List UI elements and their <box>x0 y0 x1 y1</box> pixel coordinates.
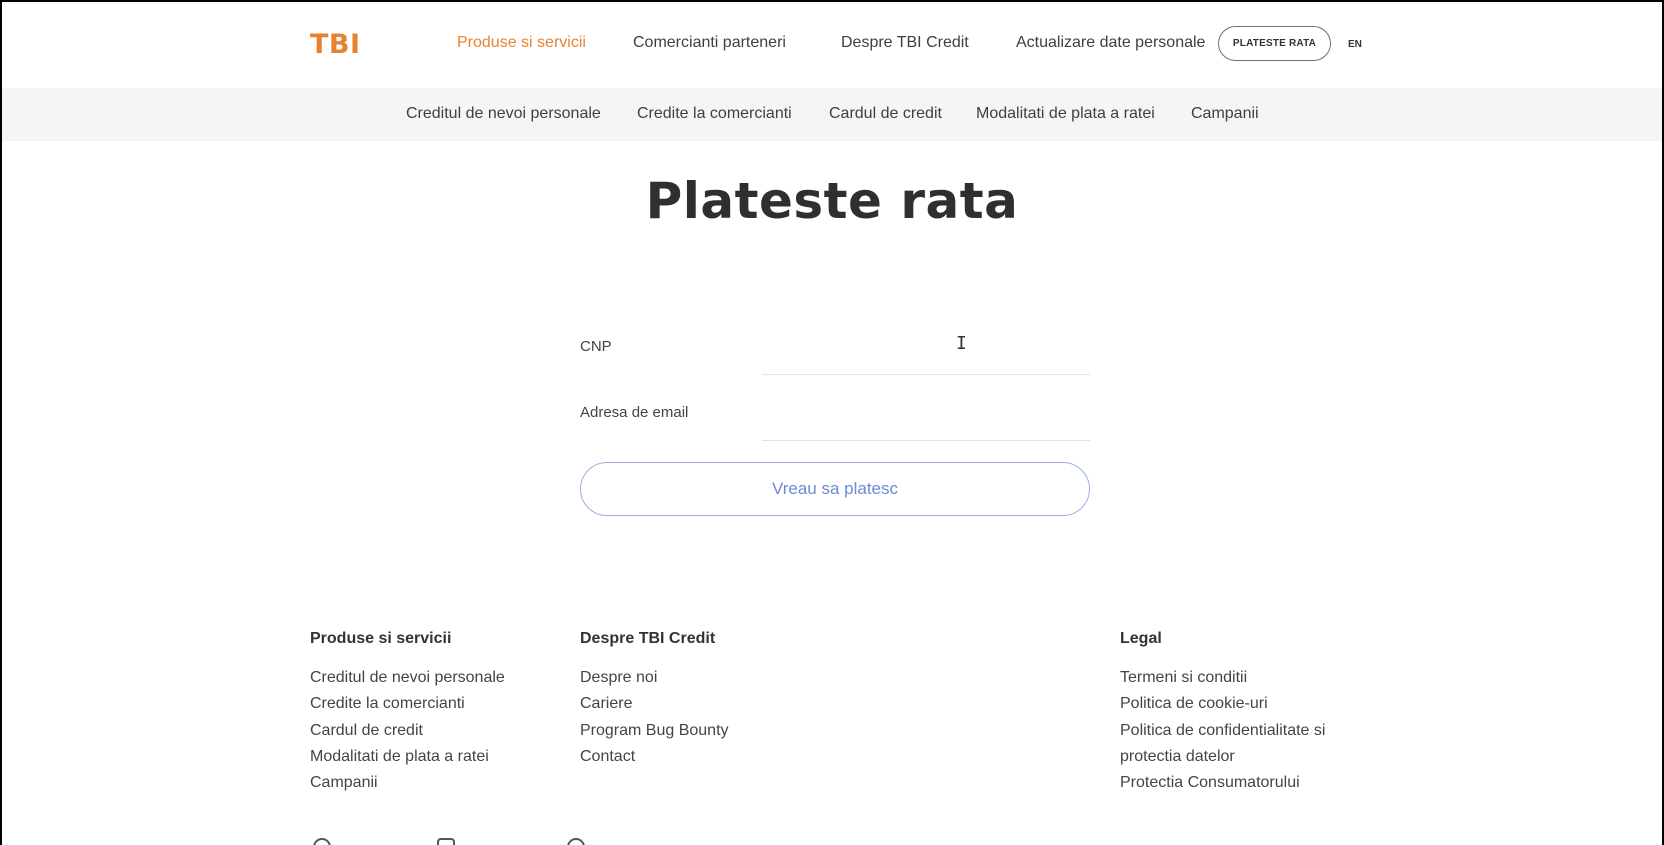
vreau-sa-platesc-button[interactable]: Vreau sa platesc <box>580 462 1090 516</box>
tbi-logo[interactable]: TBI <box>310 29 361 60</box>
subnav-modalitati-de-plata[interactable]: Modalitati de plata a ratei <box>976 105 1155 123</box>
email-input[interactable] <box>762 401 1090 441</box>
footer-link-protectia-consumatorului[interactable]: Protectia Consumatorului <box>1120 770 1325 796</box>
plateste-rata-button[interactable]: PLATESTE RATA <box>1218 26 1331 61</box>
cnp-input[interactable] <box>762 335 1090 375</box>
page-title: Plateste rata <box>645 172 1019 230</box>
instagram-icon[interactable] <box>437 838 455 845</box>
subnav-creditul-de-nevoi-personale[interactable]: Creditul de nevoi personale <box>406 105 601 123</box>
footer-heading-about: Despre TBI Credit <box>580 630 716 647</box>
footer-link-cariere[interactable]: Cariere <box>580 691 729 717</box>
language-switch[interactable]: EN <box>1348 39 1362 50</box>
cnp-label: CNP <box>580 338 612 355</box>
footer-link-creditul-de-nevoi[interactable]: Creditul de nevoi personale <box>310 665 505 691</box>
footer-link-cookie[interactable]: Politica de cookie-uri <box>1120 691 1325 717</box>
page: TBI Produse si servicii Comercianti part… <box>2 2 1662 845</box>
footer-about: Despre TBI Credit Despre noi Cariere Pro… <box>580 630 729 770</box>
facebook-icon[interactable] <box>313 838 331 845</box>
footer-link-termeni[interactable]: Termeni si conditii <box>1120 665 1325 691</box>
footer-link-cardul-de-credit[interactable]: Cardul de credit <box>310 718 505 744</box>
nav-despre-tbi-credit[interactable]: Despre TBI Credit <box>841 34 969 52</box>
subnav-cardul-de-credit[interactable]: Cardul de credit <box>829 105 942 123</box>
footer-link-contact[interactable]: Contact <box>580 744 729 770</box>
footer-products: Produse si servicii Creditul de nevoi pe… <box>310 630 505 796</box>
footer-link-protectia-datelor[interactable]: protectia datelor <box>1120 744 1325 770</box>
subnav-bar: Creditul de nevoi personale Credite la c… <box>2 88 1662 141</box>
subnav-credite-la-comercianti[interactable]: Credite la comercianti <box>637 105 792 123</box>
footer-link-modalitati-de-plata[interactable]: Modalitati de plata a ratei <box>310 744 505 770</box>
footer-link-campanii[interactable]: Campanii <box>310 770 505 796</box>
email-label: Adresa de email <box>580 404 689 421</box>
footer-heading-products: Produse si servicii <box>310 630 452 647</box>
subnav-campanii[interactable]: Campanii <box>1191 105 1259 123</box>
text-cursor-icon: I <box>956 333 967 354</box>
nav-comercianti-parteneri[interactable]: Comercianti parteneri <box>633 34 786 52</box>
footer-link-credite-la-comercianti[interactable]: Credite la comercianti <box>310 691 505 717</box>
footer-heading-legal: Legal <box>1120 630 1162 647</box>
linkedin-icon[interactable] <box>567 838 585 845</box>
footer-legal: Legal Termeni si conditii Politica de co… <box>1120 630 1325 796</box>
nav-actualizare-date-personale[interactable]: Actualizare date personale <box>1016 34 1205 52</box>
footer-link-confidentialitate[interactable]: Politica de confidentialitate si <box>1120 718 1325 744</box>
footer-link-despre-noi[interactable]: Despre noi <box>580 665 729 691</box>
footer-link-bug-bounty[interactable]: Program Bug Bounty <box>580 718 729 744</box>
nav-produse-si-servicii[interactable]: Produse si servicii <box>457 34 586 52</box>
